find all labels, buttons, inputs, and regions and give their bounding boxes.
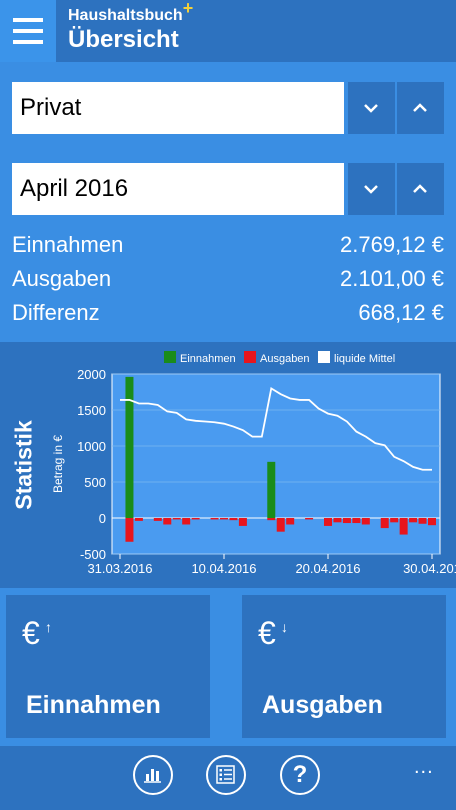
difference-summary-row: Differenz 668,12 €: [12, 298, 444, 330]
add-income-label: Einnahmen: [26, 691, 161, 719]
income-label: Einnahmen: [12, 232, 124, 257]
expense-bar: [163, 518, 172, 525]
expense-bar: [125, 518, 134, 542]
expense-bar: [191, 518, 200, 520]
statistics-icon: [144, 769, 161, 783]
month-select[interactable]: April 2016: [12, 163, 344, 215]
expense-bar: [333, 518, 342, 523]
y-tick-label: 1000: [77, 439, 106, 454]
expense-bar: [380, 518, 389, 529]
difference-value: 668,12 €: [358, 300, 444, 325]
statistics-chart[interactable]: 2000 1500 1000 500 0 -500 Betrag in € 31.03.201…: [48, 342, 456, 588]
chevron-up-icon: [413, 103, 427, 112]
expense-bar: [342, 518, 351, 524]
hamburger-menu-button[interactable]: [0, 0, 56, 62]
expense-bar: [267, 518, 276, 521]
expense-bar: [134, 518, 143, 521]
more-options-button[interactable]: ...: [414, 756, 434, 779]
legend-label: liquide Mittel: [334, 353, 395, 365]
legend-label: Einnahmen: [180, 353, 236, 365]
help-icon: ?: [292, 761, 308, 788]
legend-swatch: [318, 351, 330, 363]
arrow-up-icon: ↑: [45, 619, 52, 635]
app-name-mark: +: [182, 0, 194, 18]
expense-bar: [361, 518, 370, 525]
month-next-button[interactable]: [348, 163, 395, 215]
expense-bar: [153, 518, 162, 521]
expense-value: 2.101,00 €: [340, 266, 444, 291]
y-tick-label: 0: [99, 511, 106, 526]
expense-bar: [276, 518, 285, 532]
expense-bar: [399, 518, 408, 535]
expense-bar: [182, 518, 191, 525]
euro-down-icon: €: [258, 615, 276, 651]
chevron-up-icon: [413, 184, 427, 193]
expense-bar: [286, 518, 295, 525]
list-icon: [216, 765, 235, 784]
expense-bar: [324, 518, 332, 526]
income-summary-row: Einnahmen 2.769,12 €: [12, 230, 444, 262]
y-tick-label: 500: [84, 475, 106, 490]
chevron-down-icon: [364, 185, 378, 194]
expense-bar: [220, 518, 228, 520]
hamburger-icon-line: [13, 40, 43, 44]
legend-label: Ausgaben: [260, 353, 310, 365]
chevron-down-icon: [364, 104, 378, 113]
app-title: Haushaltsbuch+: [68, 0, 193, 25]
expense-bar: [172, 518, 181, 520]
expense-bar: [418, 518, 427, 524]
hamburger-icon: [13, 18, 43, 22]
statistics-label-text: Statistik: [10, 420, 37, 510]
expense-bar: [352, 518, 361, 524]
legend-swatch: [164, 351, 176, 363]
x-tick-label: 20.04.2016: [295, 561, 360, 576]
expense-bar: [305, 518, 314, 520]
app-name: Haushaltsbuch: [68, 7, 183, 24]
add-income-tile[interactable]: € ↑ Einnahmen: [6, 595, 210, 738]
income-bar: [125, 376, 134, 518]
transactions-list-button[interactable]: [206, 755, 246, 795]
y-tick-label: -500: [80, 547, 106, 562]
difference-label: Differenz: [12, 300, 100, 325]
plot-area: [111, 373, 441, 555]
add-expense-tile[interactable]: € ↓ Ausgaben: [242, 595, 446, 738]
income-value: 2.769,12 €: [340, 232, 444, 257]
statistics-button[interactable]: [133, 755, 173, 795]
income-bar: [267, 461, 276, 518]
account-select[interactable]: Privat: [12, 82, 344, 134]
euro-up-icon: €: [22, 615, 40, 651]
expense-bar: [390, 518, 399, 523]
x-tick-label: 30.04.201: [403, 561, 456, 576]
y-tick-label: 2000: [77, 367, 106, 382]
y-tick-label: 1500: [77, 403, 106, 418]
x-tick-label: 10.04.2016: [191, 561, 256, 576]
header-bar: Haushaltsbuch+ Übersicht: [0, 0, 456, 62]
expense-bar: [229, 518, 238, 521]
arrow-down-icon: ↓: [281, 619, 288, 635]
legend-swatch: [244, 351, 256, 363]
expense-summary-row: Ausgaben 2.101,00 €: [12, 264, 444, 296]
help-button[interactable]: ?: [280, 755, 320, 795]
x-tick-label: 31.03.2016: [87, 561, 152, 576]
expense-label: Ausgaben: [12, 266, 112, 291]
page-title: Übersicht: [68, 26, 179, 53]
hamburger-icon-line: [13, 29, 43, 33]
statistics-label: Statistik: [0, 342, 48, 588]
expense-bar: [238, 518, 247, 526]
expense-bar: [409, 518, 418, 523]
month-prev-button[interactable]: [397, 163, 444, 215]
account-prev-button[interactable]: [397, 82, 444, 134]
expense-bar: [428, 518, 436, 526]
account-next-button[interactable]: [348, 82, 395, 134]
expense-bar: [210, 518, 219, 520]
y-axis-label: Betrag in €: [51, 435, 65, 493]
add-expense-label: Ausgaben: [262, 691, 383, 719]
